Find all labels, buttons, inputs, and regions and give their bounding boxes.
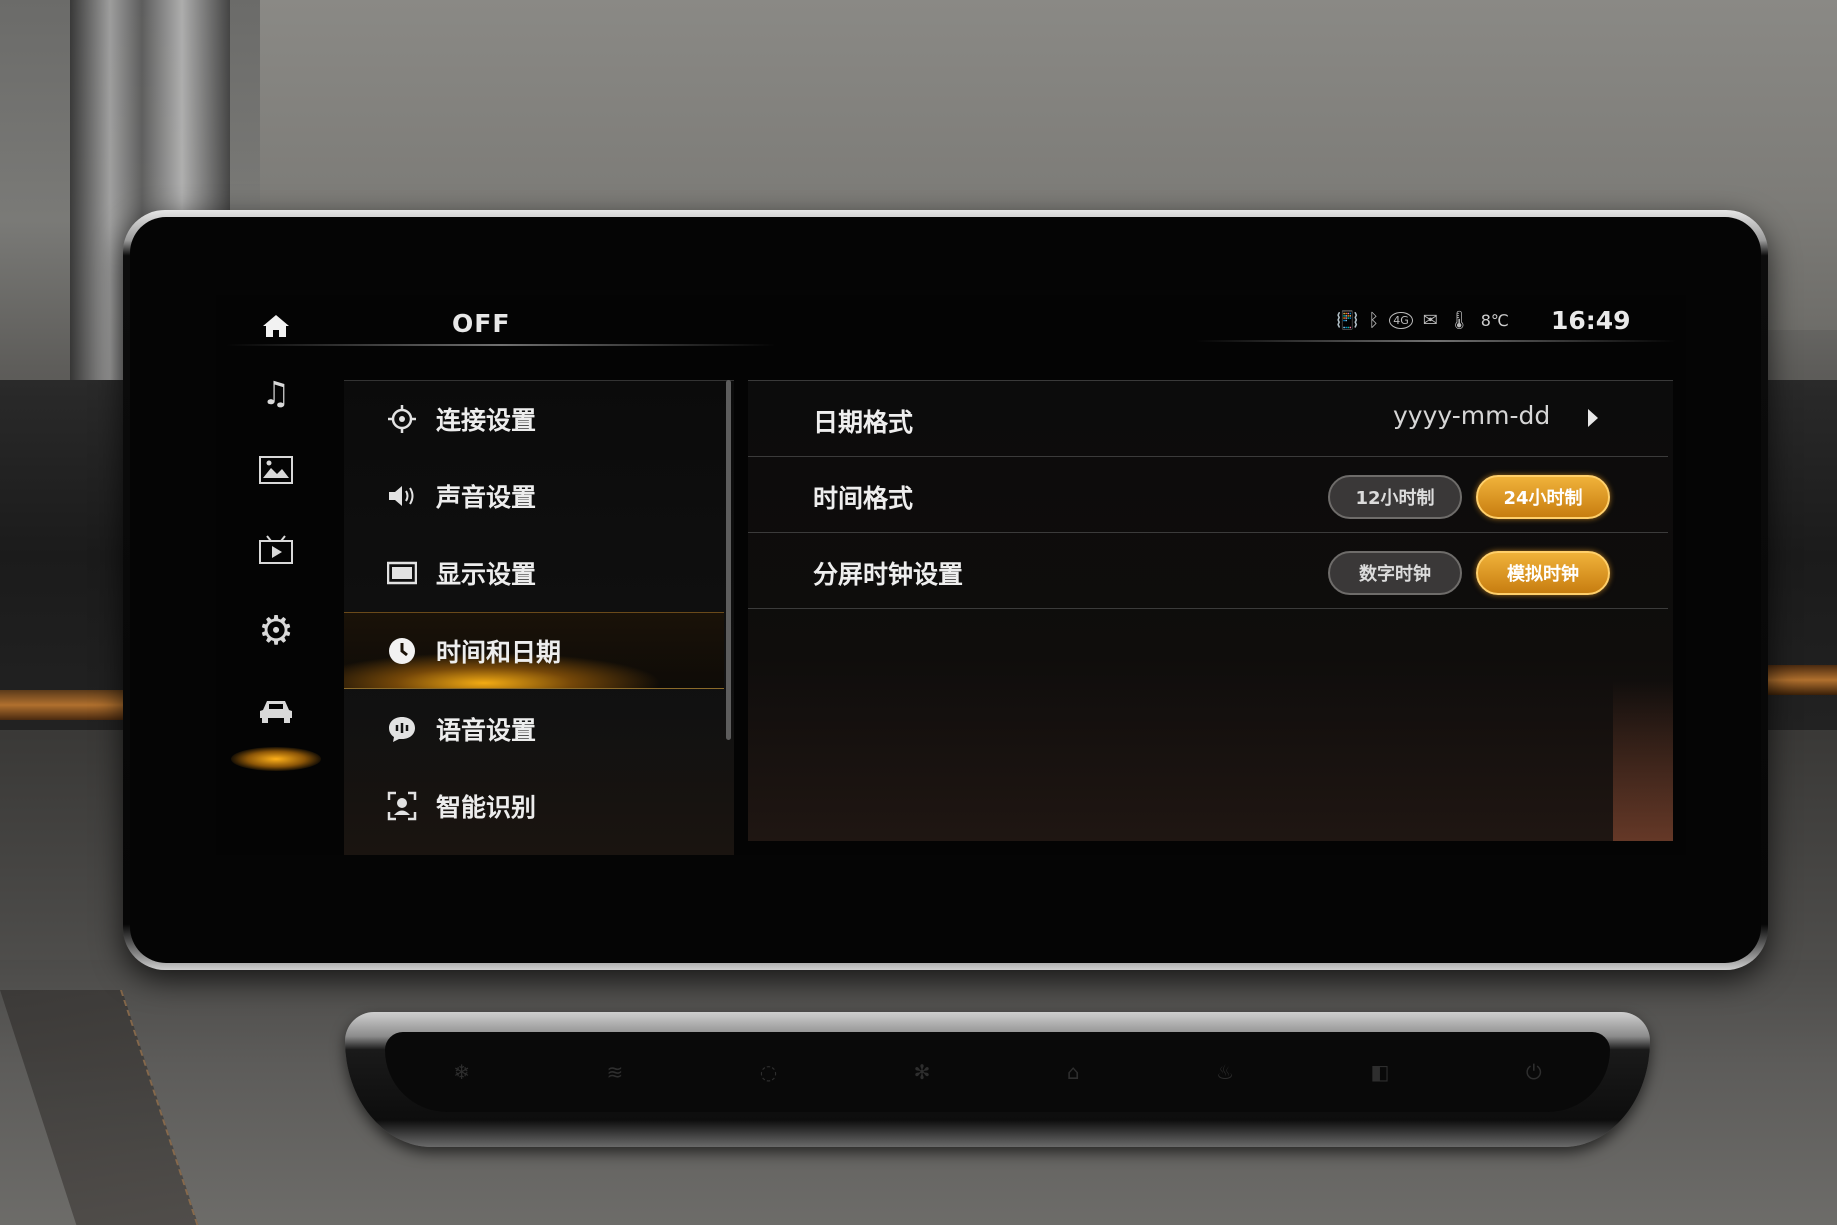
- climate-button[interactable]: ◧: [1371, 1060, 1390, 1084]
- voice-icon: [384, 711, 420, 747]
- climate-button[interactable]: ◌: [760, 1060, 777, 1084]
- car-icon[interactable]: [256, 695, 296, 731]
- 24-hour-button[interactable]: 24小时制: [1476, 475, 1610, 519]
- climate-status-label[interactable]: OFF: [452, 309, 510, 338]
- active-indicator-glow: [231, 747, 321, 771]
- status-divider-right: [1196, 340, 1676, 342]
- time-date-settings-panel: 日期格式 yyyy-mm-dd 时间格式 12小时制 24小时制 分屏时钟设置 …: [748, 380, 1673, 841]
- speaker-icon: [384, 478, 420, 514]
- gallery-icon[interactable]: [256, 455, 296, 491]
- status-bar: OFF 📳 ᛒ 4G ✉ 🌡 8℃ 16:49: [216, 295, 1686, 346]
- time-format-label: 时间格式: [813, 484, 914, 513]
- menu-item-label: 连接设置: [436, 405, 537, 435]
- climate-buttons-row: ❄ ≋ ◌ ✻ ⌂ ♨ ◧ ⏻: [385, 1032, 1610, 1112]
- climate-control-panel: ❄ ≋ ◌ ✻ ⌂ ♨ ◧ ⏻: [345, 1012, 1650, 1147]
- 12-hour-button[interactable]: 12小时制: [1328, 475, 1462, 519]
- menu-item-label: 显示设置: [436, 559, 537, 589]
- network-icon: 4G: [1389, 312, 1413, 329]
- climate-button[interactable]: ⏻: [1526, 1060, 1542, 1084]
- climate-button[interactable]: ❄: [453, 1060, 470, 1084]
- climate-button[interactable]: ♨: [1216, 1060, 1234, 1084]
- app-rail: ♫ ⚙: [216, 355, 326, 855]
- menu-item-label: 声音设置: [436, 482, 537, 512]
- menu-item-label: 语音设置: [436, 715, 537, 745]
- menu-item-voice[interactable]: 语音设置: [344, 691, 724, 766]
- menu-item-sound[interactable]: 声音设置: [344, 458, 724, 533]
- settings-menu: 连接设置 声音设置 显示设置 时间和日期 语音设置 智能识别: [344, 380, 734, 855]
- menu-item-label: 时间和日期: [436, 637, 562, 667]
- menu-item-smart-recognition[interactable]: 智能识别: [344, 768, 724, 843]
- menu-item-time-date[interactable]: 时间和日期: [344, 612, 724, 689]
- temperature-readout: 8℃: [1480, 311, 1509, 330]
- status-icons: 📳 ᛒ 4G ✉ 🌡 8℃: [1336, 310, 1509, 331]
- climate-button[interactable]: ✻: [914, 1060, 931, 1084]
- settings-gear-icon[interactable]: ⚙: [256, 611, 296, 651]
- video-icon[interactable]: [256, 535, 296, 571]
- digital-clock-button[interactable]: 数字时钟: [1328, 551, 1462, 595]
- face-scan-icon: [384, 788, 420, 824]
- split-screen-clock-label: 分屏时钟设置: [813, 560, 964, 589]
- analog-clock-button[interactable]: 模拟时钟: [1476, 551, 1610, 595]
- date-format-value: yyyy-mm-dd: [1393, 401, 1551, 430]
- climate-button[interactable]: ⌂: [1067, 1060, 1080, 1084]
- menu-item-label: 智能识别: [436, 792, 537, 822]
- thermometer-icon: 🌡: [1447, 310, 1471, 331]
- message-icon: ✉: [1422, 310, 1438, 331]
- chevron-right-icon: [1588, 409, 1598, 427]
- menu-item-display[interactable]: 显示设置: [344, 535, 724, 610]
- home-icon[interactable]: [261, 313, 291, 339]
- music-icon[interactable]: ♫: [256, 375, 296, 411]
- display-icon: [384, 555, 420, 591]
- connect-icon: [384, 401, 420, 437]
- infotainment-screen: OFF 📳 ᛒ 4G ✉ 🌡 8℃ 16:49 ♫ ⚙ 连接设置 声音设置 显示…: [216, 295, 1686, 855]
- panel-corner-glow: [1613, 681, 1673, 841]
- clock-icon: [384, 633, 420, 669]
- date-format-label: 日期格式: [813, 408, 914, 437]
- menu-item-connection[interactable]: 连接设置: [344, 381, 724, 456]
- clock: 16:49: [1551, 306, 1631, 335]
- menu-scrollbar[interactable]: [726, 380, 731, 740]
- dashboard-trim-left: [0, 690, 140, 720]
- vibrate-icon: 📳: [1336, 310, 1359, 331]
- split-screen-clock-row: 分屏时钟设置 数字时钟 模拟时钟: [748, 533, 1668, 609]
- status-divider-left: [226, 344, 776, 346]
- bluetooth-icon: ᛒ: [1368, 310, 1380, 331]
- date-format-row[interactable]: 日期格式 yyyy-mm-dd: [748, 381, 1668, 457]
- time-format-row: 时间格式 12小时制 24小时制: [748, 457, 1668, 533]
- climate-button[interactable]: ≋: [606, 1060, 623, 1084]
